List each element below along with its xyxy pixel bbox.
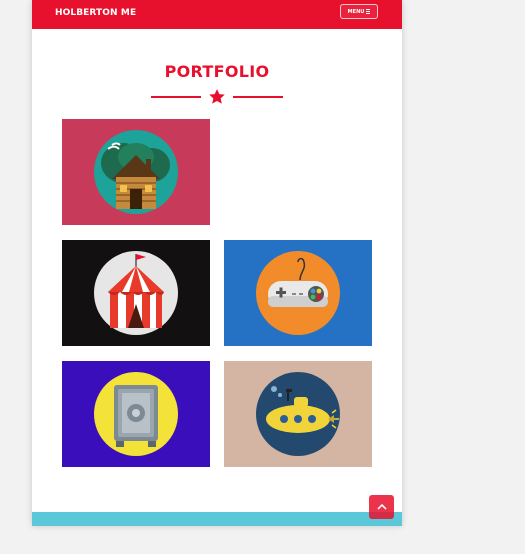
navbar: HOLBERTON ME MENU (32, 0, 402, 29)
divider-line-right (233, 96, 283, 98)
portfolio-item-circus[interactable] (62, 240, 210, 346)
chevron-up-icon (376, 503, 387, 510)
brand-link[interactable]: HOLBERTON ME (55, 8, 136, 18)
portfolio-item-cabin[interactable] (62, 119, 210, 225)
circus-tent-icon (94, 251, 178, 335)
divider-line-left (151, 96, 201, 98)
portfolio-item-game[interactable] (224, 240, 372, 346)
game-controller-icon (256, 251, 340, 335)
menu-button[interactable]: MENU (340, 4, 378, 19)
hamburger-icon (366, 8, 371, 15)
star-icon (209, 89, 225, 104)
scroll-top-button[interactable] (369, 495, 394, 519)
submarine-icon (256, 372, 340, 456)
menu-label: MENU (347, 8, 365, 15)
footer-band (32, 512, 402, 526)
portfolio-item-safe[interactable] (62, 361, 210, 467)
title-divider (151, 88, 283, 106)
page-container: HOLBERTON ME MENU PORTFOLIO (32, 0, 402, 526)
section-title: PORTFOLIO (164, 62, 270, 81)
log-cabin-icon (94, 130, 178, 214)
portfolio-item-submarine[interactable] (224, 361, 372, 467)
safe-icon (94, 372, 178, 456)
